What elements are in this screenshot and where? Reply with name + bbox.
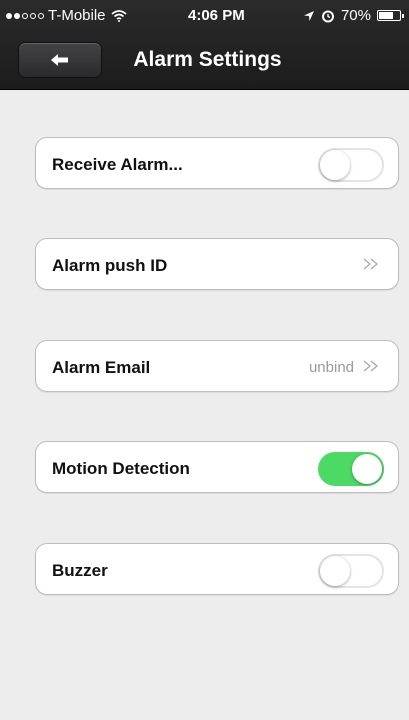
wifi-icon [111, 9, 127, 22]
alarm-email-status: unbind [308, 359, 354, 376]
navigation-bar: T-Mobile 4:06 PM 70% Alarm Settings [0, 0, 409, 90]
carrier-name: T-Mobile [48, 7, 106, 24]
motion-detection-row: Motion Detection [35, 441, 399, 493]
battery-icon [377, 10, 404, 21]
signal-strength-icon [6, 12, 44, 19]
toggle-knob [352, 454, 382, 484]
buzzer-row: Buzzer [35, 543, 399, 595]
motion-detection-toggle[interactable] [318, 452, 384, 486]
location-icon [303, 10, 314, 21]
chevron-double-icon [363, 360, 379, 372]
buzzer-label: Buzzer [52, 561, 108, 580]
toggle-knob [320, 556, 350, 586]
status-time: 4:06 PM [188, 7, 245, 24]
battery-percent: 70% [340, 7, 371, 24]
status-right-group: 70% [303, 7, 404, 24]
alarm-email-row[interactable]: Alarm Email unbind [35, 340, 399, 392]
alarm-push-id-label: Alarm push ID [52, 256, 168, 275]
receive-alarm-row: Receive Alarm... [35, 137, 399, 189]
alarm-icon [321, 10, 334, 22]
receive-alarm-label: Receive Alarm... [52, 155, 183, 174]
motion-detection-label: Motion Detection [52, 459, 190, 478]
alarm-email-label: Alarm Email [52, 358, 151, 377]
alarm-push-id-row[interactable]: Alarm push ID [35, 238, 399, 290]
chevron-double-icon [363, 258, 379, 270]
status-bar: T-Mobile 4:06 PM 70% [0, 0, 409, 30]
page-title: Alarm Settings [133, 48, 282, 71]
receive-alarm-toggle[interactable] [318, 148, 384, 182]
toggle-knob [320, 150, 350, 180]
buzzer-toggle[interactable] [318, 554, 384, 588]
battery-fill [379, 12, 393, 19]
carrier-indicator: T-Mobile [6, 7, 127, 24]
